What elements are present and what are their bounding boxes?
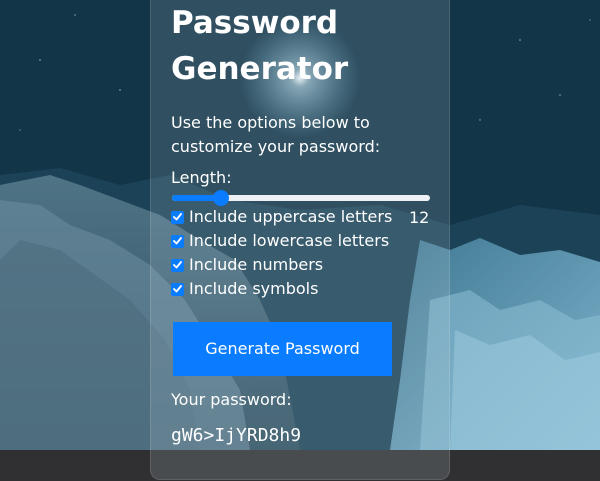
length-slider[interactable] xyxy=(172,190,430,206)
generate-password-button[interactable]: Generate Password xyxy=(173,322,392,376)
symbols-checkbox[interactable] xyxy=(171,282,184,296)
slider-thumb[interactable] xyxy=(213,190,229,206)
numbers-checkbox[interactable] xyxy=(171,258,184,272)
checkmark-icon xyxy=(173,213,182,221)
uppercase-checkbox[interactable] xyxy=(171,210,184,224)
page-title: Password Generator xyxy=(171,5,349,87)
checkmark-icon xyxy=(173,237,182,245)
option-symbols[interactable]: Include symbols xyxy=(171,278,318,300)
length-value: 12 xyxy=(409,208,430,227)
option-uppercase[interactable]: Include uppercase letters xyxy=(171,206,392,228)
option-lowercase[interactable]: Include lowercase letters xyxy=(171,230,389,252)
option-label: Include uppercase letters xyxy=(189,207,393,226)
option-numbers[interactable]: Include numbers xyxy=(171,254,323,276)
option-label: Include numbers xyxy=(189,255,324,274)
result-label: Your password: xyxy=(171,390,292,409)
option-label: Include lowercase letters xyxy=(189,231,390,250)
generated-password: gW6>IjYRD8h9 xyxy=(171,425,302,446)
description-text: Use the options below to customize your … xyxy=(171,113,381,156)
lowercase-checkbox[interactable] xyxy=(171,234,184,248)
checkmark-icon xyxy=(173,285,182,293)
option-label: Include symbols xyxy=(189,279,319,298)
length-label: Length: xyxy=(171,168,232,187)
checkmark-icon xyxy=(173,261,182,269)
